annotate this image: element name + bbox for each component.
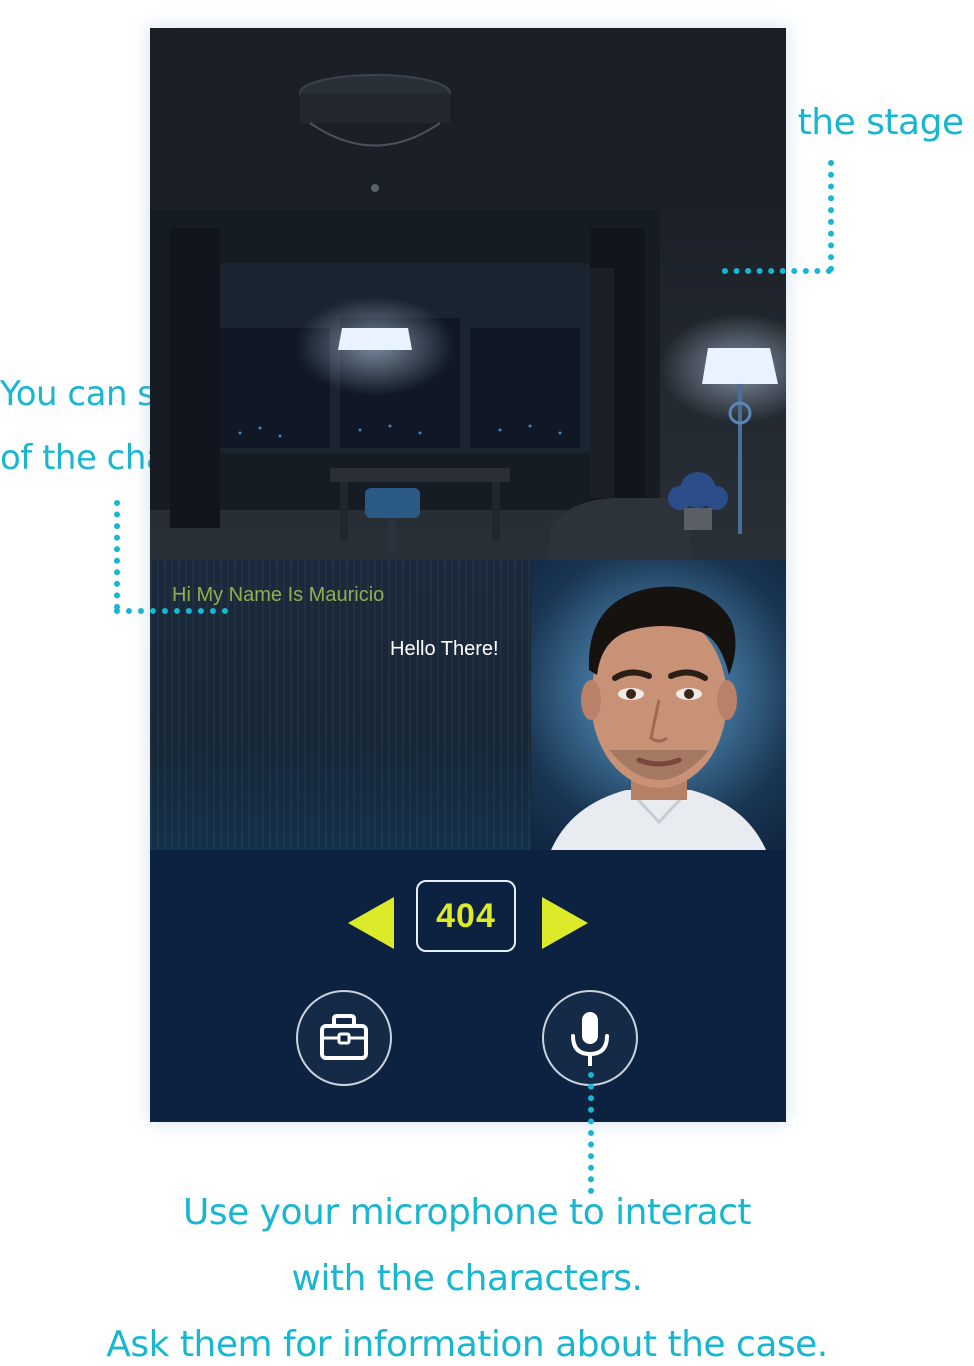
answers-callout-vertical (114, 500, 120, 610)
triangle-right-icon[interactable] (542, 897, 588, 949)
triangle-left-icon[interactable] (348, 897, 394, 949)
game-screen: Hi My Name Is Mauricio Hello There! 404 (150, 28, 786, 1122)
tutorial-page: Pay attention to the stage You can see h… (0, 0, 974, 1366)
room-illustration (150, 28, 786, 560)
room-number-display: 404 (416, 880, 516, 952)
character-face-illustration (551, 586, 766, 850)
stage-callout-vertical (828, 160, 834, 272)
character-dialog-line: Hi My Name Is Mauricio (172, 584, 385, 606)
player-dialog-line: Hello There! (390, 638, 499, 660)
answers-callout-horizontal (114, 608, 228, 614)
dialog-panel: Hi My Name Is Mauricio Hello There! (150, 560, 531, 850)
mic-callout-vertical (588, 1072, 594, 1194)
controls-panel: 404 (150, 850, 786, 1122)
briefcase-icon (320, 1014, 368, 1060)
stage-callout-horizontal (722, 268, 832, 274)
character-portrait[interactable] (531, 560, 786, 850)
annotation-mic-line3: Ask them for information about the case. (106, 1324, 828, 1365)
room-navigator: 404 (346, 880, 588, 956)
microphone-icon (571, 1012, 609, 1066)
inventory-button[interactable] (296, 990, 392, 1086)
stage-scene[interactable] (150, 28, 786, 560)
annotation-mic-line2: with the characters. (291, 1258, 643, 1299)
annotation-mic-line1: Use your microphone to interact (182, 1192, 752, 1233)
